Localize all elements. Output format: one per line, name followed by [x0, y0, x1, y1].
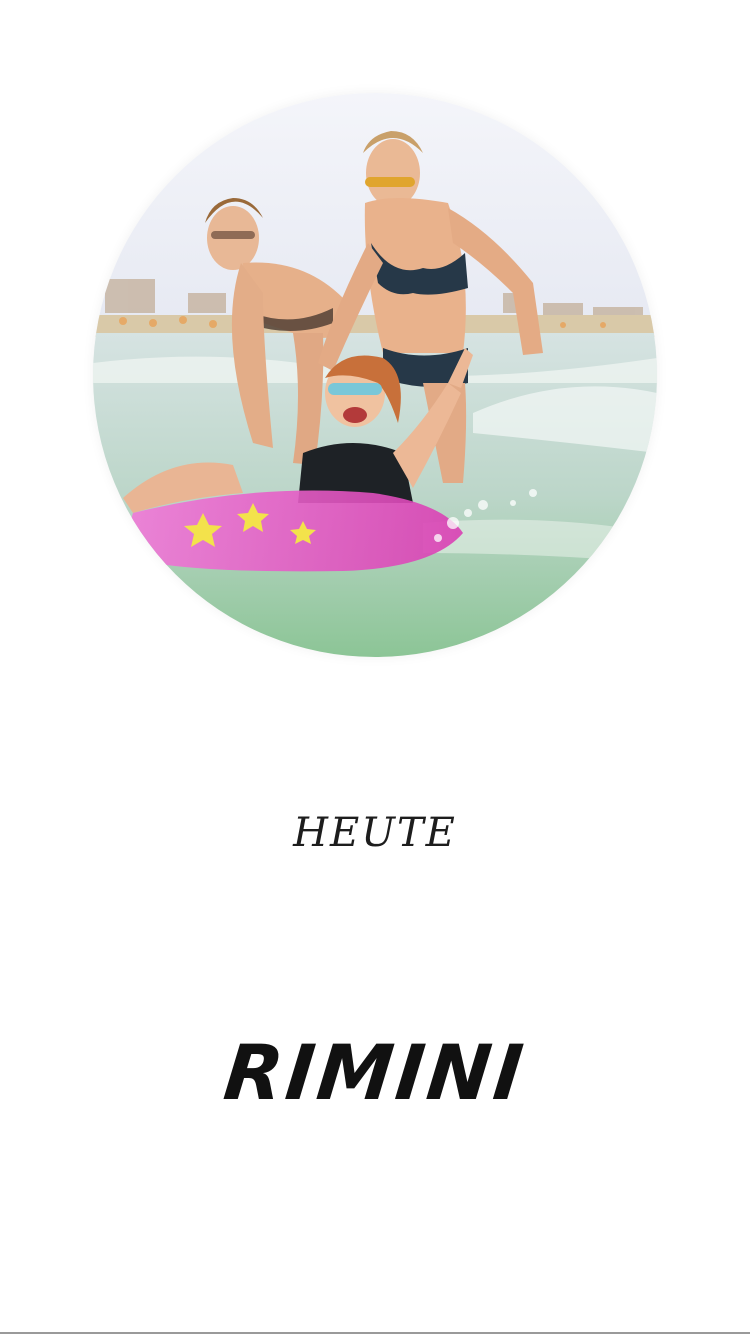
beach-photo [93, 93, 657, 657]
beach-photo-illustration [93, 93, 657, 657]
subtitle-heute: HEUTE [293, 810, 457, 856]
story-canvas: HEUTE RIMINI [0, 0, 750, 1334]
title-rimini: RIMINI [220, 1028, 530, 1117]
